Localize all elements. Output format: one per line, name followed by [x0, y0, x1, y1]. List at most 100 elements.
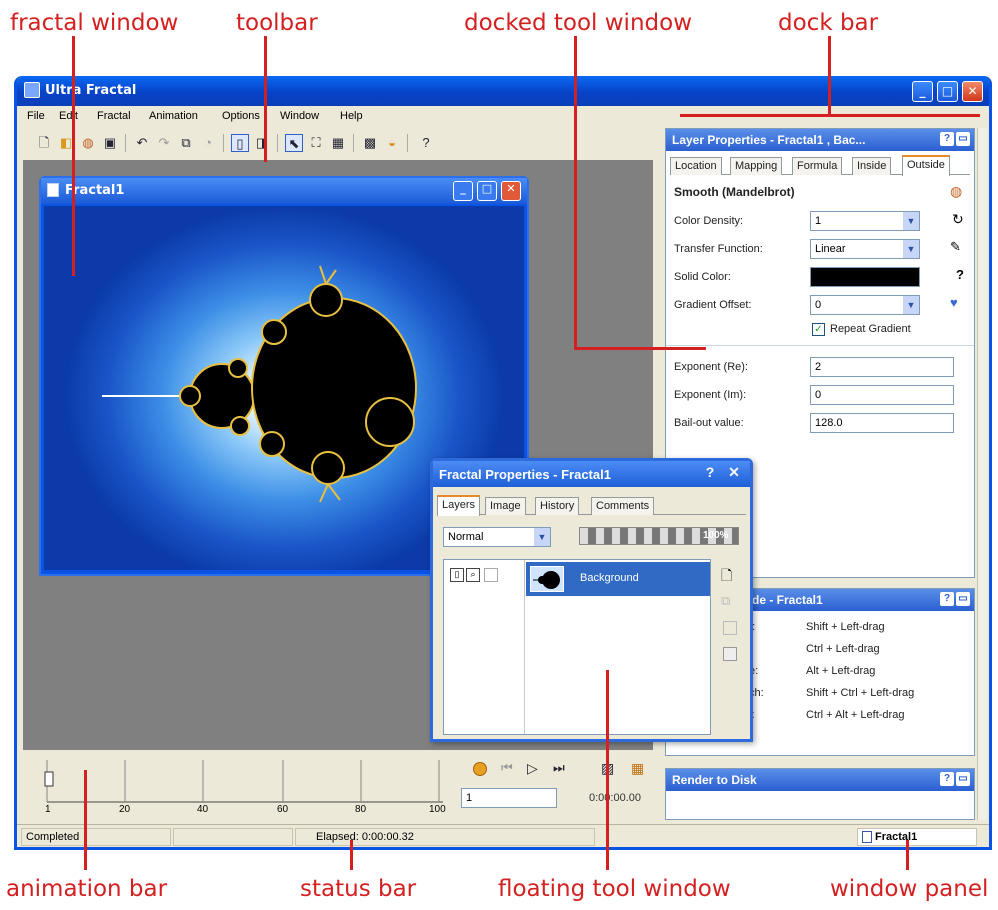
tile-icon[interactable]: ▦: [329, 134, 347, 152]
save-icon[interactable]: ▣: [101, 134, 119, 152]
close-icon[interactable]: ✕: [962, 81, 983, 102]
menu-help[interactable]: Help: [340, 110, 363, 122]
tab-inside[interactable]: Inside: [852, 157, 892, 175]
repeat-gradient-label: Repeat Gradient: [830, 323, 911, 335]
bailout-field[interactable]: 128.0: [810, 413, 954, 433]
frame-input[interactable]: 1: [461, 788, 557, 808]
redo-icon[interactable]: ↷: [155, 134, 173, 152]
tab-comments[interactable]: Comments: [591, 497, 655, 515]
panel-help-icon[interactable]: ?: [940, 592, 954, 606]
edit-icon[interactable]: ✎: [950, 239, 961, 255]
prev-frame-icon[interactable]: ⏮: [501, 760, 513, 776]
toolbar: 🗋 ◧ ◍ ▣ ↶ ↷ ⧉ ◔ ▯ ◨ ⬉ ⛶ ▦ ▩ ◒ ?: [17, 130, 667, 156]
floating-close-icon[interactable]: ✕: [724, 464, 744, 484]
select-icon[interactable]: ⬉: [285, 134, 303, 152]
layout2-icon[interactable]: ◨: [253, 134, 271, 152]
app-titlebar[interactable]: Ultra Fractal _ □ ✕: [17, 76, 989, 106]
menu-edit[interactable]: Edit: [59, 110, 78, 122]
floating-help-icon[interactable]: ?: [700, 464, 720, 484]
solid-color-swatch[interactable]: [810, 267, 920, 287]
floating-titlebar[interactable]: Fractal Properties - Fractal1 ? ✕: [433, 461, 750, 487]
fractal-close-icon[interactable]: ✕: [501, 181, 521, 201]
color-density-value: 1: [815, 215, 822, 227]
browse-formula-icon[interactable]: ◍: [950, 183, 962, 200]
play-icon[interactable]: ▷: [527, 760, 538, 777]
record-icon[interactable]: [473, 762, 487, 776]
tab-history[interactable]: History: [535, 497, 580, 515]
panel-help-icon[interactable]: ?: [940, 772, 954, 786]
chevron-down-icon[interactable]: ▼: [903, 296, 919, 314]
app-icon: [24, 82, 40, 98]
merge-mode-select[interactable]: Normal ▼: [443, 527, 551, 547]
maximize-icon[interactable]: □: [937, 81, 958, 102]
zoom-icon[interactable]: ⛶: [307, 134, 325, 152]
gradient-offset-field[interactable]: 0 ▼: [810, 295, 920, 315]
menu-file[interactable]: File: [27, 110, 45, 122]
paste-icon[interactable]: ◔: [199, 134, 217, 152]
chevron-down-icon[interactable]: ▼: [903, 212, 919, 230]
menu-window[interactable]: Window: [280, 110, 319, 122]
status-state: Completed: [21, 828, 171, 846]
callout-line: [350, 840, 353, 870]
layer-zoom-icon[interactable]: ⌕: [466, 568, 480, 582]
panel-minimize-icon[interactable]: ▭: [956, 592, 970, 606]
parameters-icon[interactable]: ◍: [79, 134, 97, 152]
layer-properties-titlebar[interactable]: Layer Properties - Fractal1 , Bac... ? ▭: [666, 129, 974, 151]
exp-re-field[interactable]: 2: [810, 357, 954, 377]
render-titlebar[interactable]: Render to Disk ? ▭: [666, 769, 974, 791]
fractal-window-titlebar[interactable]: Fractal1 _ □ ✕: [41, 178, 527, 204]
gradient-icon[interactable]: ◒: [383, 134, 401, 152]
color-density-field[interactable]: 1 ▼: [810, 211, 920, 231]
panel-minimize-icon[interactable]: ▭: [956, 772, 970, 786]
new-icon[interactable]: 🗋: [35, 134, 53, 152]
guide-value: Alt + Left-drag: [806, 665, 876, 677]
tab-outside[interactable]: Outside: [902, 155, 950, 176]
coloring-name: Smooth (Mandelbrot): [674, 185, 795, 199]
tab-layers[interactable]: Layers: [437, 495, 481, 516]
next-frame-icon[interactable]: ⏭: [553, 760, 565, 776]
copy-icon[interactable]: ⧉: [177, 134, 195, 152]
layer-row-background[interactable]: Background: [526, 562, 710, 596]
exp-im-field[interactable]: 0: [810, 385, 954, 405]
delete-layer-icon[interactable]: [723, 621, 737, 635]
minimize-icon[interactable]: _: [912, 81, 933, 102]
window-panel-tab[interactable]: Fractal1: [857, 828, 977, 846]
callout-floating-tool-window: floating tool window: [498, 876, 731, 902]
new-layer-icon[interactable]: 🗋: [721, 565, 732, 589]
transfer-field[interactable]: Linear ▼: [810, 239, 920, 259]
chevron-down-icon[interactable]: ▼: [903, 240, 919, 258]
menu-fractal[interactable]: Fractal: [97, 110, 131, 122]
panel-buttons: ? ▭: [938, 132, 970, 146]
tab-location[interactable]: Location: [670, 157, 722, 175]
panel-minimize-icon[interactable]: ▭: [956, 132, 970, 146]
help-icon[interactable]: ?: [417, 134, 435, 152]
layer-visible-icon[interactable]: ▯: [450, 568, 464, 582]
fractal-minimize-icon[interactable]: _: [453, 181, 473, 201]
dock-scrollbar[interactable]: [977, 128, 987, 820]
render-icon[interactable]: ▩: [361, 134, 379, 152]
repeat-gradient-checkbox[interactable]: ✓: [812, 323, 825, 336]
tab-image[interactable]: Image: [485, 497, 526, 515]
tab-mapping[interactable]: Mapping: [730, 157, 783, 175]
panel-help-icon[interactable]: ?: [940, 132, 954, 146]
favorite-icon[interactable]: ♥: [950, 295, 958, 310]
fractal-maximize-icon[interactable]: □: [477, 181, 497, 201]
panel-buttons: ? ▭: [938, 592, 970, 606]
chevron-down-icon[interactable]: ▼: [534, 528, 550, 546]
render-title: Render to Disk: [672, 773, 757, 787]
tab-formula[interactable]: Formula: [792, 157, 843, 175]
layer-lock-icon[interactable]: [484, 568, 498, 582]
menu-options[interactable]: Options: [222, 110, 260, 122]
menu-animation[interactable]: Animation: [149, 110, 198, 122]
callout-line: [574, 347, 706, 350]
merge-mode-value: Normal: [448, 531, 484, 543]
layout1-icon[interactable]: ▯: [231, 134, 249, 152]
mask-layer-icon[interactable]: [723, 647, 737, 661]
keyframe-icon[interactable]: ▦: [631, 760, 644, 777]
timeline-ruler[interactable]: [43, 756, 463, 816]
undo-icon[interactable]: ↶: [133, 134, 151, 152]
app-title: Ultra Fractal: [45, 83, 137, 98]
duplicate-layer-icon[interactable]: ⧉: [721, 593, 730, 609]
reset-icon[interactable]: ↻: [952, 211, 964, 228]
help-icon[interactable]: ?: [956, 267, 964, 282]
